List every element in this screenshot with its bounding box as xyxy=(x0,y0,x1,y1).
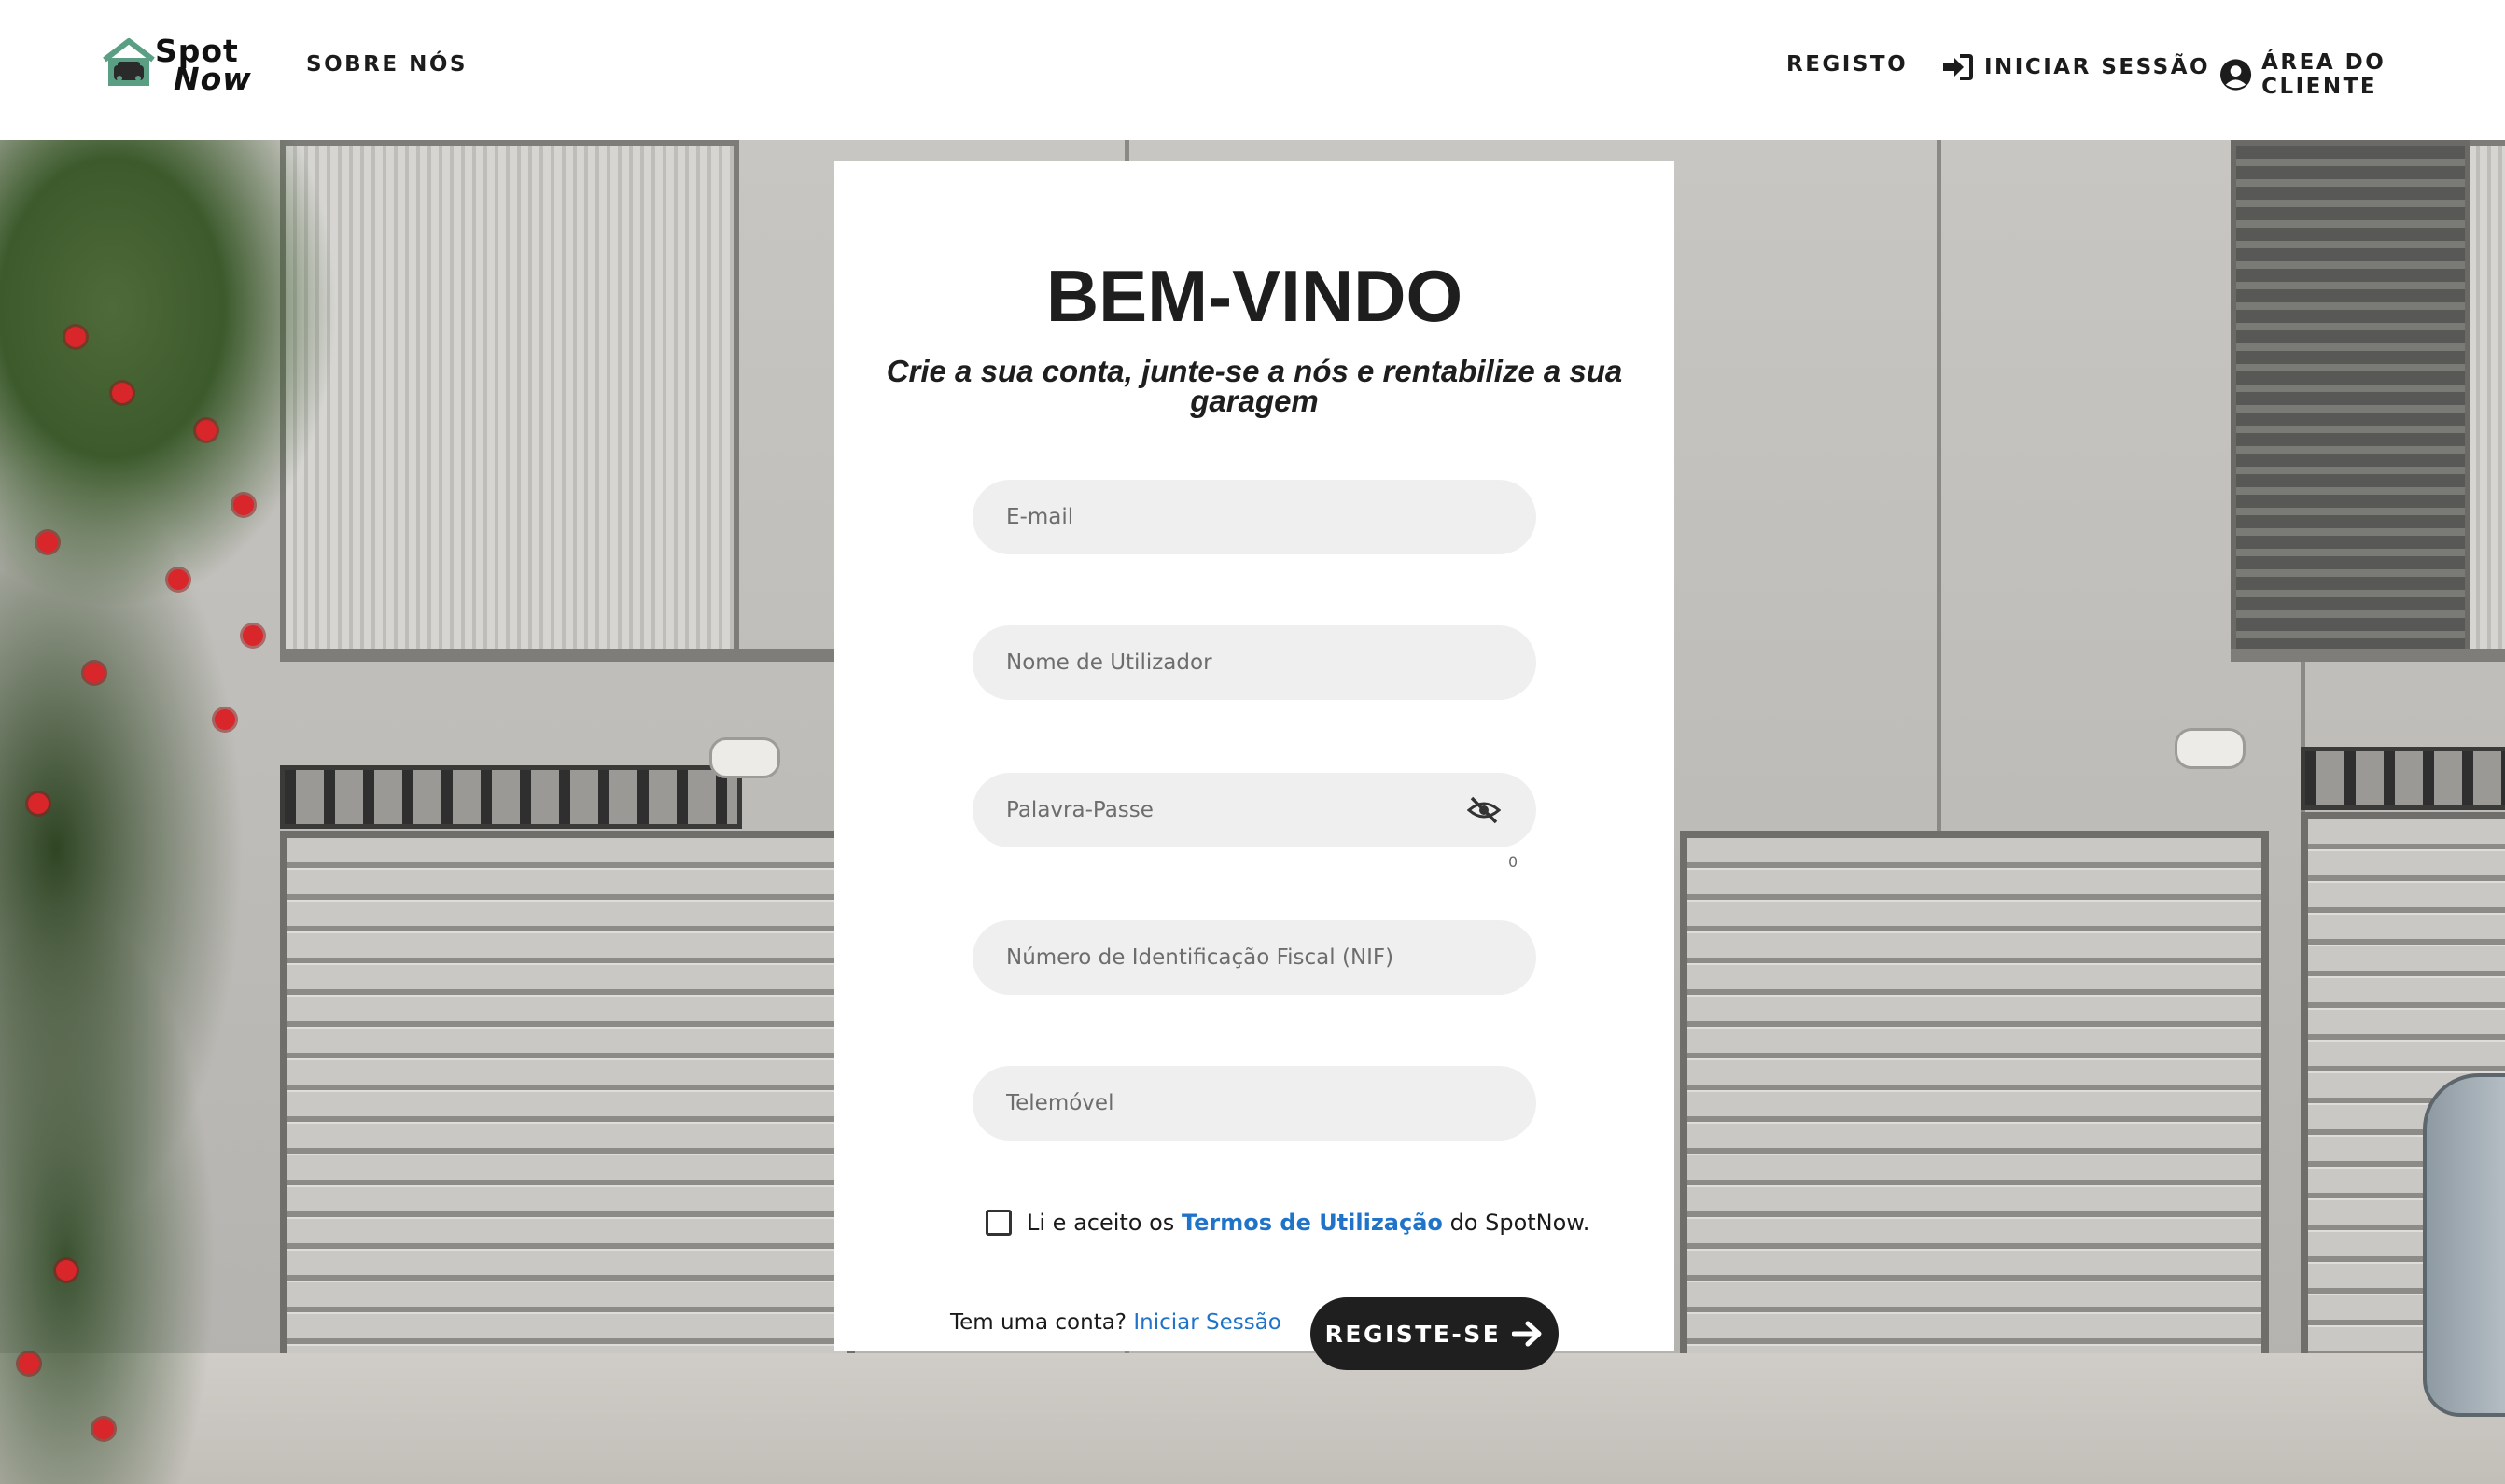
terms-text: Li e aceito os Termos de Utilização do S… xyxy=(1027,1210,1589,1236)
flower xyxy=(233,495,254,515)
sign-in-icon xyxy=(1943,54,1973,80)
nav-client-area-link[interactable]: ÁREA DO CLIENTE xyxy=(2219,50,2505,99)
phone-input[interactable] xyxy=(973,1066,1536,1141)
terms-checkbox[interactable] xyxy=(986,1210,1012,1236)
brand-logo[interactable]: Spot Now xyxy=(101,35,269,97)
password-char-counter: 0 xyxy=(1508,853,1518,871)
nif-input[interactable] xyxy=(973,920,1536,995)
parked-car xyxy=(2423,1073,2505,1417)
user-circle-icon xyxy=(2219,59,2252,91)
terms-link[interactable]: Termos de Utilização xyxy=(1182,1210,1443,1236)
nav-login-label: INICIAR SESSÃO xyxy=(1984,55,2211,79)
page-title: BEM-VINDO xyxy=(1045,255,1463,337)
flower xyxy=(65,327,86,347)
nav-about-link[interactable]: SOBRE NÓS xyxy=(306,52,468,77)
terms-row: Li e aceito os Termos de Utilização do S… xyxy=(986,1210,1589,1236)
nav-client-area-label: ÁREA DO CLIENTE xyxy=(2261,50,2386,99)
brand-name-line2: Now xyxy=(174,61,252,97)
email-input[interactable] xyxy=(973,480,1536,554)
flower xyxy=(93,1419,114,1439)
garage-vent xyxy=(2301,747,2505,810)
flower xyxy=(112,383,133,403)
username-input[interactable] xyxy=(973,625,1536,700)
flower xyxy=(215,709,235,730)
wall-lamp xyxy=(2175,728,2246,769)
house-car-icon xyxy=(103,38,155,86)
nav-register-link[interactable]: REGISTO xyxy=(1786,52,1908,77)
flower xyxy=(56,1260,77,1281)
terms-suffix: do SpotNow. xyxy=(1449,1210,1590,1236)
brand-wordmark: Spot Now xyxy=(155,35,252,97)
flower xyxy=(37,532,58,553)
nav-register-label: REGISTO xyxy=(1786,52,1909,77)
eye-slash-icon[interactable] xyxy=(1467,795,1501,825)
top-navbar: Spot Now SOBRE NÓS REGISTO INICIAR SESSÃ… xyxy=(0,0,2505,140)
plant-foliage xyxy=(0,140,392,1484)
terms-prefix: Li e aceito os xyxy=(1027,1210,1175,1236)
building-window-dark xyxy=(2231,140,2470,655)
flower xyxy=(196,420,217,441)
register-submit-button[interactable]: REGISTE-SE xyxy=(1310,1297,1559,1370)
login-link[interactable]: Iniciar Sessão xyxy=(1133,1310,1281,1335)
garage-door-center-right xyxy=(1680,831,2269,1368)
password-input[interactable] xyxy=(973,773,1536,847)
have-account-row: Tem uma conta? Iniciar Sessão xyxy=(950,1310,1281,1335)
flower xyxy=(28,793,49,814)
register-submit-label: REGISTE-SE xyxy=(1324,1320,1502,1348)
registration-card: BEM-VINDO Crie a sua conta, junte-se a n… xyxy=(834,161,1674,1351)
flower xyxy=(19,1353,39,1374)
arrow-right-icon xyxy=(1512,1321,1542,1347)
window-ledge xyxy=(2231,649,2505,662)
nav-about-label: SOBRE NÓS xyxy=(306,52,468,77)
nav-login-link[interactable]: INICIAR SESSÃO xyxy=(1941,50,2210,84)
have-account-text: Tem uma conta? xyxy=(950,1310,1127,1335)
flower xyxy=(168,569,189,590)
page-subtitle: Crie a sua conta, junte-se a nós e renta… xyxy=(886,354,1623,418)
flower xyxy=(243,625,263,646)
flower xyxy=(84,663,105,683)
wall-lamp xyxy=(709,737,780,778)
